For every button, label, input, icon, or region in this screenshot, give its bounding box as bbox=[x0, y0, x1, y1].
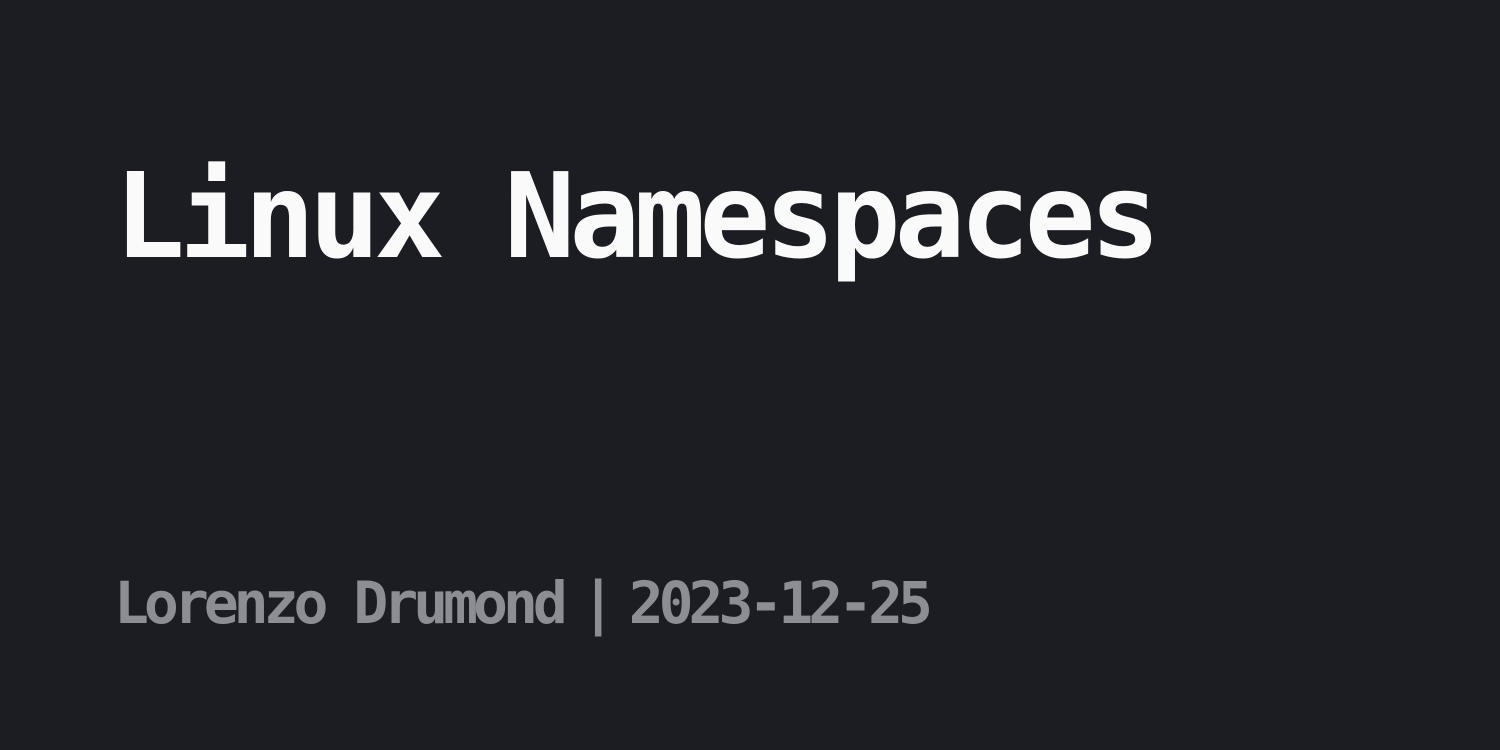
byline-separator: | bbox=[580, 569, 616, 637]
author-name: Lorenzo Drumond bbox=[114, 569, 568, 637]
post-byline: Lorenzo Drumond | 2023-12-25 bbox=[114, 568, 933, 638]
post-title: Linux Namespaces bbox=[114, 147, 1161, 285]
post-card: Linux Namespaces Lorenzo Drumond | 2023-12… bbox=[0, 0, 1500, 750]
post-date: 2023-12-25 bbox=[628, 569, 933, 637]
